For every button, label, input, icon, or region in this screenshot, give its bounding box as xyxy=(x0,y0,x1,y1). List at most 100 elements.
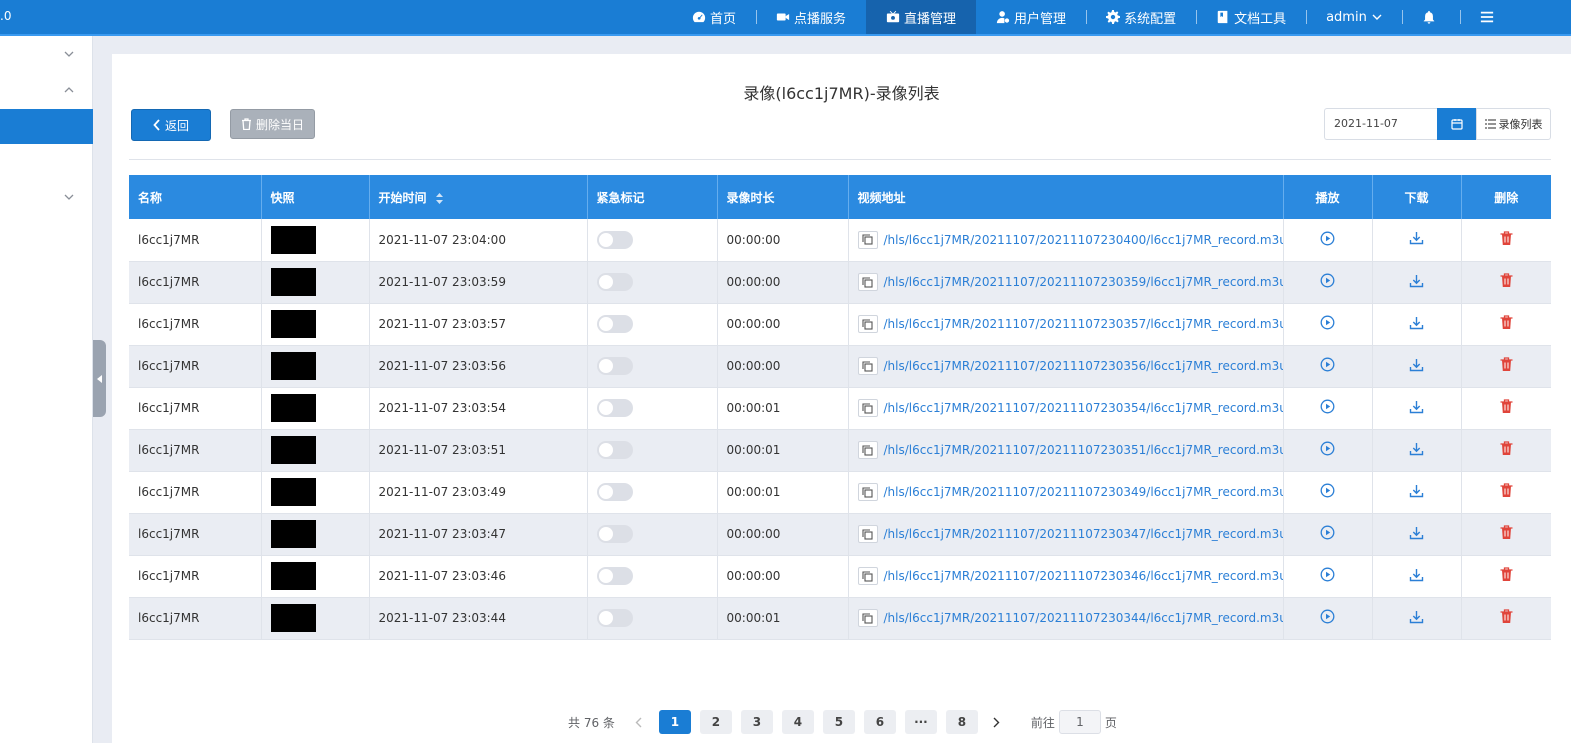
snapshot-thumbnail[interactable] xyxy=(270,436,316,464)
video-url-link[interactable]: /hls/l6cc1j7MR/20211107/20211107230346/l… xyxy=(884,569,1283,583)
nav-item-home[interactable]: 首页 xyxy=(672,0,756,34)
copy-url-button[interactable] xyxy=(857,273,878,291)
snapshot-thumbnail[interactable] xyxy=(270,310,316,338)
play-button[interactable] xyxy=(1320,525,1335,540)
snapshot-thumbnail[interactable] xyxy=(270,225,316,254)
download-button[interactable] xyxy=(1409,316,1424,330)
delete-button[interactable] xyxy=(1500,315,1513,330)
copy-url-button[interactable] xyxy=(857,567,878,585)
col-header-start-time[interactable]: 开始时间 xyxy=(369,175,588,219)
page-button[interactable]: 8 xyxy=(945,710,978,734)
video-url-link[interactable]: /hls/l6cc1j7MR/20211107/20211107230354/l… xyxy=(884,401,1283,415)
emergency-toggle[interactable] xyxy=(596,315,633,333)
delete-button[interactable] xyxy=(1500,399,1513,414)
download-button[interactable] xyxy=(1409,568,1424,582)
page-button[interactable]: 3 xyxy=(740,710,773,734)
snapshot-thumbnail[interactable] xyxy=(270,604,316,632)
emergency-toggle[interactable] xyxy=(596,483,633,501)
back-button[interactable]: 返回 xyxy=(131,109,211,141)
emergency-toggle[interactable] xyxy=(596,357,633,375)
menu-button[interactable] xyxy=(1459,0,1518,34)
video-url-link[interactable]: /hls/l6cc1j7MR/20211107/20211107230356/l… xyxy=(884,359,1283,373)
sidebar-collapse-handle[interactable] xyxy=(93,340,106,417)
snapshot-thumbnail[interactable] xyxy=(270,478,316,506)
copy-url-button[interactable] xyxy=(857,399,878,417)
page-ellipsis-button[interactable]: ··· xyxy=(904,710,937,734)
play-button[interactable] xyxy=(1320,399,1335,414)
emergency-toggle[interactable] xyxy=(596,609,633,627)
date-picker-input[interactable]: 2021-11-07 xyxy=(1324,108,1438,140)
copy-url-button[interactable] xyxy=(857,230,878,249)
snapshot-thumbnail[interactable] xyxy=(270,394,316,422)
nav-item-vod[interactable]: 点播服务 xyxy=(756,0,866,34)
video-url-link[interactable]: /hls/l6cc1j7MR/20211107/20211107230357/l… xyxy=(884,317,1283,331)
delete-button[interactable] xyxy=(1500,525,1513,540)
video-url-link[interactable]: /hls/l6cc1j7MR/20211107/20211107230344/l… xyxy=(884,611,1283,625)
snapshot-thumbnail[interactable] xyxy=(270,268,316,296)
play-button[interactable] xyxy=(1320,483,1335,498)
copy-url-button[interactable] xyxy=(857,609,878,627)
prev-page-button[interactable] xyxy=(629,710,649,734)
nav-item-settings[interactable]: 系统配置 xyxy=(1086,0,1196,34)
download-button[interactable] xyxy=(1409,274,1424,288)
video-url-link[interactable]: /hls/l6cc1j7MR/20211107/20211107230347/l… xyxy=(884,527,1283,541)
sidebar-group-2[interactable] xyxy=(0,72,93,108)
download-button[interactable] xyxy=(1409,484,1424,498)
record-list-button[interactable]: 录像列表 xyxy=(1476,108,1551,140)
copy-url-button[interactable] xyxy=(857,441,878,459)
page-button[interactable]: 2 xyxy=(699,710,732,734)
copy-url-button[interactable] xyxy=(857,525,878,543)
goto-page-input[interactable]: 1 xyxy=(1058,710,1101,734)
delete-button[interactable] xyxy=(1500,567,1513,582)
download-button[interactable] xyxy=(1409,526,1424,540)
page-button[interactable]: 4 xyxy=(781,710,814,734)
delete-button[interactable] xyxy=(1500,231,1513,246)
download-button[interactable] xyxy=(1409,231,1424,245)
play-button[interactable] xyxy=(1320,567,1335,582)
emergency-toggle[interactable] xyxy=(596,441,633,459)
video-url-link[interactable]: /hls/l6cc1j7MR/20211107/20211107230351/l… xyxy=(884,443,1283,457)
download-button[interactable] xyxy=(1409,442,1424,456)
play-button[interactable] xyxy=(1320,273,1335,288)
delete-button[interactable] xyxy=(1500,483,1513,498)
user-menu[interactable]: admin xyxy=(1306,0,1402,34)
nav-item-live[interactable]: 直播管理 xyxy=(866,0,977,34)
video-url-link[interactable]: /hls/l6cc1j7MR/20211107/20211107230359/l… xyxy=(884,275,1283,289)
sidebar-item-active[interactable] xyxy=(0,109,93,144)
play-button[interactable] xyxy=(1320,609,1335,624)
video-url-link[interactable]: /hls/l6cc1j7MR/20211107/20211107230400/l… xyxy=(884,233,1283,247)
emergency-toggle[interactable] xyxy=(596,399,633,417)
sidebar-group-1[interactable] xyxy=(0,36,93,72)
sidebar-group-3[interactable] xyxy=(0,179,93,215)
delete-button[interactable] xyxy=(1500,357,1513,372)
page-button[interactable]: 6 xyxy=(863,710,896,734)
notifications-button[interactable] xyxy=(1401,0,1460,34)
play-button[interactable] xyxy=(1320,315,1335,330)
nav-item-users[interactable]: 用户管理 xyxy=(976,0,1086,34)
download-button[interactable] xyxy=(1409,358,1424,372)
emergency-toggle[interactable] xyxy=(596,525,633,543)
snapshot-thumbnail[interactable] xyxy=(270,562,316,590)
page-button[interactable]: 5 xyxy=(822,710,855,734)
delete-button[interactable] xyxy=(1500,609,1513,624)
delete-day-button[interactable]: 删除当日 xyxy=(230,109,315,139)
next-page-button[interactable] xyxy=(987,710,1007,734)
download-button[interactable] xyxy=(1409,610,1424,624)
nav-item-docs[interactable]: 文档工具 xyxy=(1196,0,1306,34)
emergency-toggle[interactable] xyxy=(596,567,633,585)
play-button[interactable] xyxy=(1320,441,1335,456)
copy-url-button[interactable] xyxy=(857,357,878,375)
snapshot-thumbnail[interactable] xyxy=(270,352,316,380)
copy-url-button[interactable] xyxy=(857,483,878,501)
date-picker-button[interactable] xyxy=(1437,108,1476,140)
snapshot-thumbnail[interactable] xyxy=(270,520,316,548)
video-url-link[interactable]: /hls/l6cc1j7MR/20211107/20211107230349/l… xyxy=(884,485,1283,499)
emergency-toggle[interactable] xyxy=(596,230,633,249)
emergency-toggle[interactable] xyxy=(596,273,633,291)
play-button[interactable] xyxy=(1320,357,1335,372)
delete-button[interactable] xyxy=(1500,441,1513,456)
delete-button[interactable] xyxy=(1500,273,1513,288)
copy-url-button[interactable] xyxy=(857,315,878,333)
play-button[interactable] xyxy=(1320,231,1335,246)
page-button[interactable]: 1 xyxy=(658,710,691,734)
